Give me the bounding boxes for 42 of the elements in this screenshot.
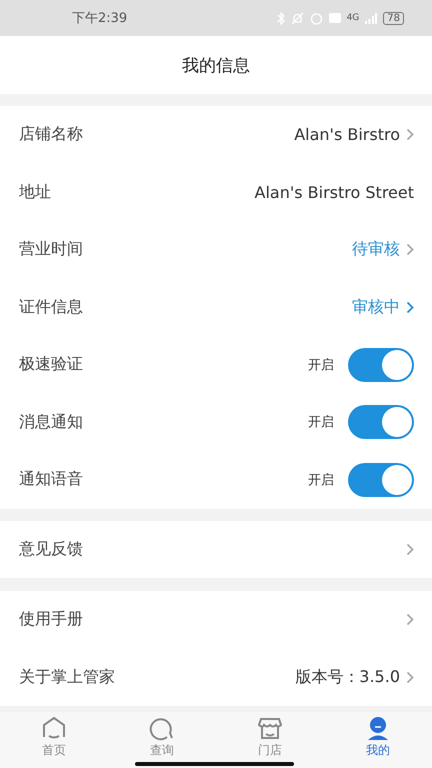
status-time: 下午2:39: [72, 10, 128, 27]
row-label: 营业时间: [19, 239, 83, 260]
search-icon: [149, 715, 175, 741]
row-value: 版本号：3.5.0: [295, 666, 400, 688]
toggle-label: 开启: [308, 356, 334, 374]
row-value: Alan's Birstro Street: [254, 182, 414, 202]
row-label: 通知语音: [19, 469, 83, 490]
tab-item[interactable]: 我的: [324, 712, 432, 768]
chevron-icon: [406, 613, 414, 626]
toggle-switch[interactable]: [348, 462, 414, 497]
chevron-icon: [406, 542, 414, 556]
tab-item[interactable]: 首页: [0, 712, 108, 768]
home-icon: [41, 715, 67, 741]
network-label: 4G: [346, 13, 360, 23]
chevron-icon: [406, 128, 414, 142]
chevron-icon: [406, 243, 414, 256]
toggle-label: 开启: [308, 414, 334, 432]
toggle-switch[interactable]: [348, 348, 414, 382]
tab-item[interactable]: 查询: [108, 712, 216, 768]
status-value: 审核中: [352, 296, 400, 318]
bell-off-icon: [290, 12, 304, 24]
store-icon: [257, 715, 283, 741]
row-label: 消息通知: [19, 412, 83, 433]
toggle-switch[interactable]: [348, 405, 414, 440]
tab-item[interactable]: 门店: [216, 712, 324, 768]
row-label: 关于掌上管家: [19, 666, 115, 688]
row-label: 使用手册: [19, 609, 83, 630]
chevron-icon: [406, 300, 414, 314]
row-value: Alan's Birstro: [294, 125, 400, 144]
alarm-icon: [310, 12, 323, 24]
row-label: 极速验证: [19, 354, 83, 376]
row-label: 意见反馈: [19, 538, 83, 560]
battery-indicator: 78: [383, 12, 404, 24]
row-label: 店铺名称: [19, 124, 83, 146]
status-value: 待审核: [352, 239, 400, 260]
toggle-label: 开启: [308, 472, 334, 489]
row-label: 地址: [19, 182, 51, 203]
page-title: 我的信息: [182, 54, 250, 76]
bluetooth-icon: [276, 12, 285, 24]
chevron-icon: [406, 670, 414, 684]
row-label: 证件信息: [19, 296, 83, 318]
signal-icon: [365, 12, 378, 24]
